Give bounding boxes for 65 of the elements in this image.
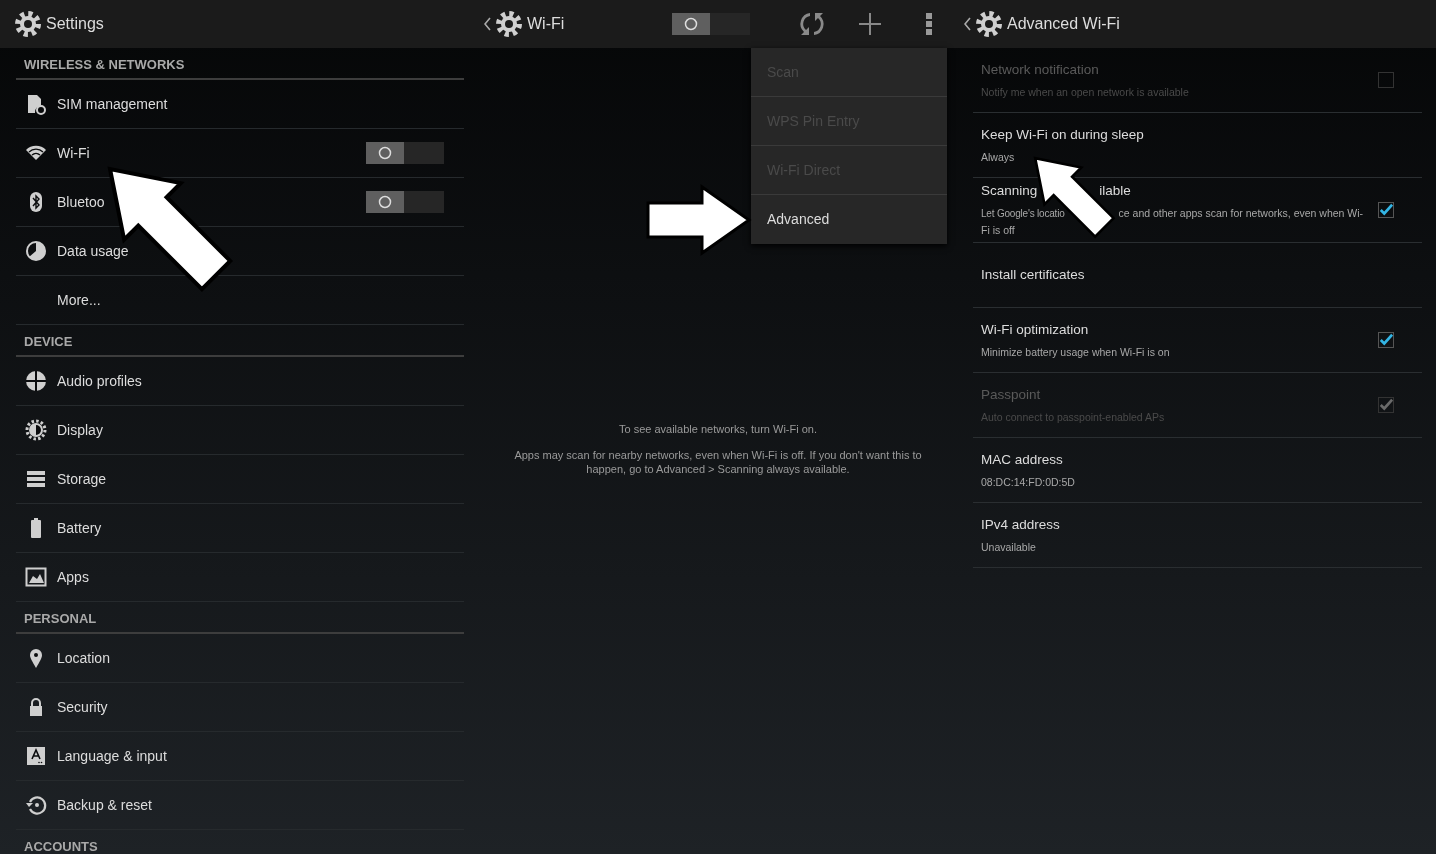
preference-summary: Unavailable bbox=[981, 539, 1037, 555]
preference-summary: Fi is off bbox=[981, 223, 1016, 239]
overflow-menu-icon[interactable] bbox=[926, 13, 932, 35]
settings-item[interactable]: Backup & reset bbox=[16, 781, 464, 830]
preference-summary: Always bbox=[981, 149, 1016, 165]
pie-chart-icon bbox=[25, 240, 47, 262]
preference-summary: Notify me when an open network is available bbox=[981, 84, 1190, 100]
settings-item[interactable]: Location bbox=[16, 634, 464, 683]
section-header: ACCOUNTS bbox=[24, 837, 98, 854]
settings-item[interactable]: Security bbox=[16, 683, 464, 732]
settings-item[interactable]: Storage bbox=[16, 455, 464, 504]
toggle-switch[interactable] bbox=[366, 142, 444, 164]
preference-summary: Minimize battery usage when Wi-Fi is on bbox=[981, 344, 1171, 360]
settings-item[interactable]: Apps bbox=[16, 553, 464, 602]
circle-icon bbox=[684, 17, 698, 31]
toggle-switch[interactable] bbox=[366, 191, 444, 213]
preference-title: Scanning bbox=[981, 182, 1038, 201]
section-header: PERSONAL bbox=[24, 609, 97, 628]
preference-title: IPv4 address bbox=[981, 515, 1061, 534]
circle-icon bbox=[378, 195, 392, 209]
preference-row[interactable]: Install certificates bbox=[973, 243, 1422, 308]
screen-title: Advanced Wi-Fi bbox=[1007, 14, 1120, 34]
section-header: WIRELESS & NETWORKS bbox=[24, 55, 185, 74]
gear-icon bbox=[14, 10, 42, 38]
preference-title: Network notification bbox=[981, 60, 1100, 79]
brightness-icon bbox=[25, 419, 47, 441]
settings-item[interactable]: Display bbox=[16, 406, 464, 455]
settings-item[interactable]: SIM management bbox=[16, 80, 464, 129]
preference-title: Install certificates bbox=[981, 265, 1086, 284]
preference-row[interactable]: IPv4 address Unavailable bbox=[973, 503, 1422, 568]
add-icon[interactable] bbox=[858, 12, 882, 36]
menu-item[interactable]: Advanced bbox=[751, 195, 947, 244]
screen-title: Wi-Fi bbox=[527, 14, 565, 34]
back-caret-icon[interactable] bbox=[964, 17, 971, 31]
screen-title: Settings bbox=[46, 14, 104, 34]
toggle-switch[interactable] bbox=[672, 13, 750, 35]
preference-title: MAC address bbox=[981, 450, 1064, 469]
crosshair-circle-icon bbox=[25, 370, 47, 392]
checkbox[interactable] bbox=[1378, 332, 1394, 348]
picture-frame-icon bbox=[25, 566, 47, 588]
preference-summary: 08:DC:14:FD:0D:5D bbox=[981, 474, 1076, 490]
preference-row[interactable]: MAC address 08:DC:14:FD:0D:5D bbox=[973, 438, 1422, 503]
settings-item[interactable]: Battery bbox=[16, 504, 464, 553]
refresh-arrows-icon[interactable] bbox=[798, 10, 826, 38]
checkbox[interactable] bbox=[1378, 202, 1394, 218]
preference-summary: Let Google's locatio bbox=[981, 207, 1065, 222]
circle-icon bbox=[378, 146, 392, 160]
storage-icon bbox=[25, 468, 47, 490]
section-header: DEVICE bbox=[24, 332, 73, 351]
preference-summary: ce and other apps scan for networks, even when Wi- bbox=[1118, 206, 1364, 222]
info-message: To see available networks, turn Wi-Fi on. bbox=[617, 422, 819, 436]
preference-row[interactable]: Wi-Fi optimization Minimize battery usage when Wi-Fi is on bbox=[973, 308, 1422, 373]
sim-card-icon bbox=[25, 93, 47, 115]
preference-title: ilable bbox=[1099, 182, 1131, 201]
keyboard-square-icon bbox=[25, 745, 47, 767]
settings-item[interactable]: Language & input bbox=[16, 732, 464, 781]
gear-icon bbox=[975, 10, 1003, 38]
gear-icon bbox=[495, 10, 523, 38]
restore-icon bbox=[25, 794, 47, 816]
back-caret-icon[interactable] bbox=[484, 17, 491, 31]
settings-item[interactable]: Audio profiles bbox=[16, 357, 464, 406]
preference-title: Wi-Fi optimization bbox=[981, 320, 1090, 339]
preference-title: Keep Wi-Fi on during sleep bbox=[981, 125, 1145, 144]
preference-title: Passpoint bbox=[981, 385, 1042, 404]
info-message: Apps may scan for nearby networks, even when Wi-Fi is off. If you don't want this to happen, go to Advanced > Scanning always available. bbox=[513, 448, 923, 476]
